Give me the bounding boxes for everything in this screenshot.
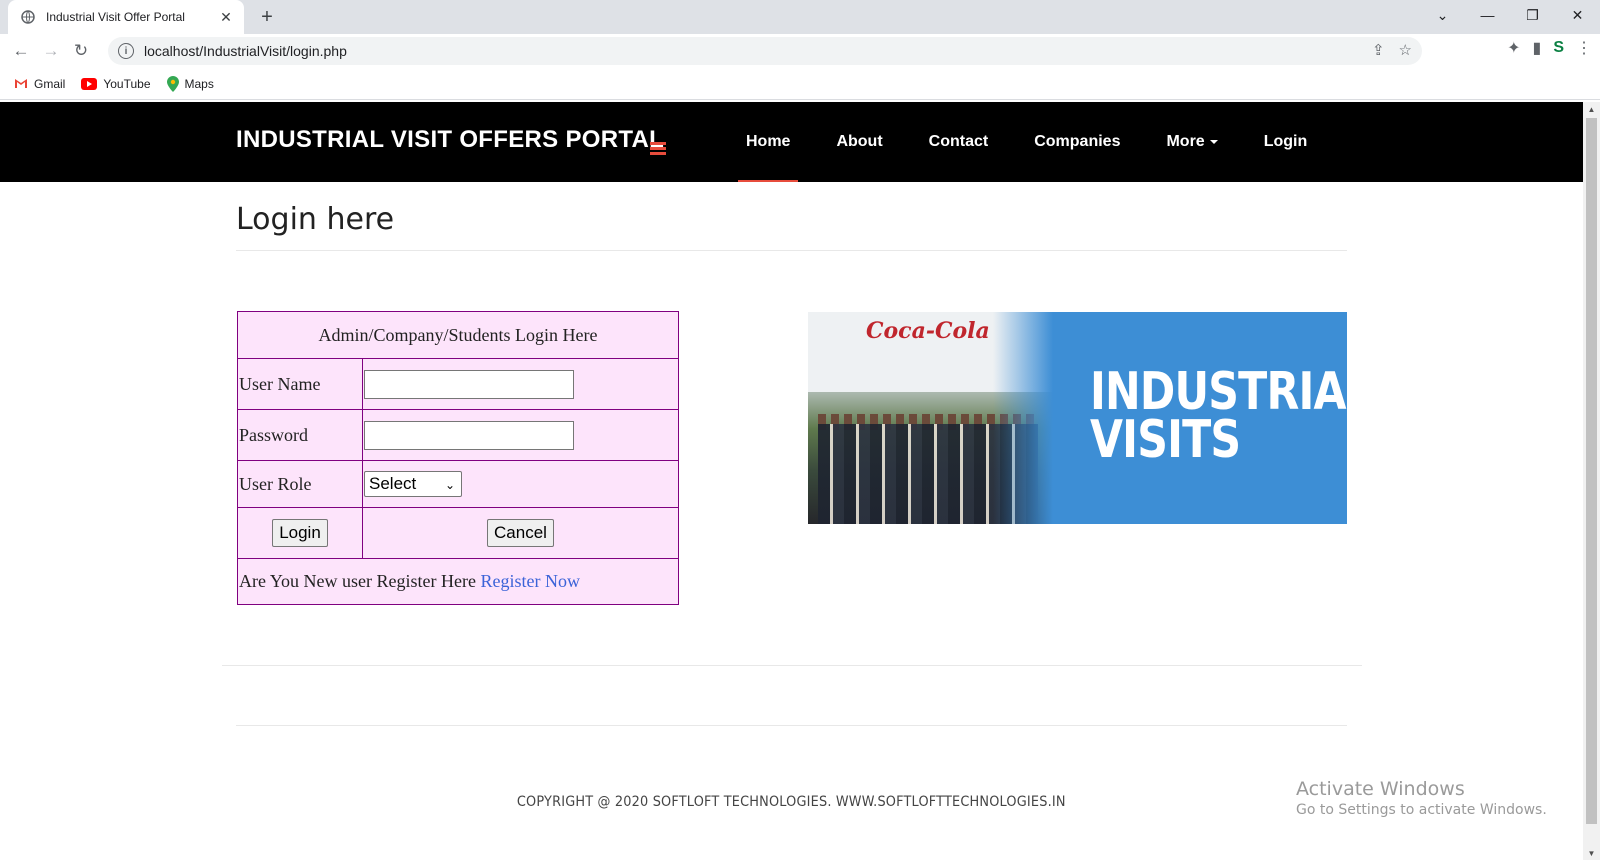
extensions-puzzle-icon[interactable]: ✦ xyxy=(1507,38,1520,58)
back-icon[interactable]: ← xyxy=(6,36,36,66)
banner-line1: INDUSTRIAL xyxy=(1090,362,1347,422)
side-panel-icon[interactable]: ▮ xyxy=(1533,38,1542,58)
register-row: Are You New user Register Here Register … xyxy=(237,558,679,605)
bookmark-gmail[interactable]: Gmail xyxy=(14,77,65,91)
role-select[interactable]: Select ⌄ xyxy=(364,471,462,497)
divider xyxy=(236,725,1347,726)
banner-text: INDUSTRIAL VISITS xyxy=(1090,362,1347,470)
tab-search-icon[interactable]: ⌄ xyxy=(1420,0,1465,30)
username-label: User Name xyxy=(237,358,363,410)
activate-windows-watermark: Activate Windows Go to Settings to activ… xyxy=(1296,778,1547,818)
nav-more-label: More xyxy=(1166,133,1205,150)
close-tab-icon[interactable]: ✕ xyxy=(218,9,234,25)
password-input[interactable] xyxy=(364,420,574,450)
login-button[interactable]: Login xyxy=(272,519,328,547)
window-controls: ⌄ — ❐ ✕ xyxy=(1420,0,1600,30)
youtube-icon xyxy=(81,77,98,90)
register-now-link[interactable]: Register Now xyxy=(480,571,579,591)
hamburger-menu-icon[interactable] xyxy=(650,142,666,157)
scroll-up-icon[interactable]: ▲ xyxy=(1583,102,1600,116)
banner-line2: VISITS xyxy=(1090,410,1241,470)
profile-icon[interactable]: S xyxy=(1553,39,1564,57)
nav-about[interactable]: About xyxy=(828,102,890,182)
role-label: User Role xyxy=(237,460,363,508)
cancel-button[interactable]: Cancel xyxy=(487,519,554,547)
browser-tabbar: Industrial Visit Offer Portal ✕ + ⌄ — ❐ … xyxy=(0,0,1600,34)
new-tab-button[interactable]: + xyxy=(256,6,278,28)
bookmark-youtube[interactable]: YouTube xyxy=(81,76,151,91)
page-title: Login here xyxy=(236,202,395,237)
menu-kebab-icon[interactable]: ⋮ xyxy=(1576,38,1592,58)
share-icon[interactable]: ⇪ xyxy=(1372,41,1385,59)
copyright-text: COPYRIGHT @ 2020 SOFTLOFT TECHNOLOGIES. … xyxy=(517,794,1066,810)
site-brand[interactable]: INDUSTRIAL VISIT OFFERS PORTAL xyxy=(236,126,664,154)
divider xyxy=(236,250,1347,251)
web-page: INDUSTRIAL VISIT OFFERS PORTAL Home Abou… xyxy=(0,102,1583,860)
url-text: localhost/IndustrialVisit/login.php xyxy=(144,43,347,59)
gmail-icon xyxy=(15,79,27,88)
bookmark-label: Maps xyxy=(184,76,214,91)
scroll-down-icon[interactable]: ▼ xyxy=(1583,846,1600,860)
bookmark-label: Gmail xyxy=(34,76,66,91)
site-header: INDUSTRIAL VISIT OFFERS PORTAL Home Abou… xyxy=(0,102,1583,182)
nav-companies[interactable]: Companies xyxy=(1026,102,1128,182)
bookmark-maps[interactable]: Maps xyxy=(166,75,214,92)
role-select-value: Select xyxy=(369,474,417,493)
page-scrollbar[interactable]: ▲ ▼ xyxy=(1583,102,1600,860)
scrollbar-thumb[interactable] xyxy=(1586,118,1597,824)
watermark-line1: Activate Windows xyxy=(1296,778,1465,800)
login-form-title: Admin/Company/Students Login Here xyxy=(237,311,679,359)
main-nav: Home About Contact Companies More Login xyxy=(738,102,1345,182)
extensions-area: ✦ ▮ S ⋮ xyxy=(1507,38,1592,58)
restore-icon[interactable]: ❐ xyxy=(1510,0,1555,30)
nav-contact[interactable]: Contact xyxy=(921,102,997,182)
nav-home[interactable]: Home xyxy=(738,102,799,182)
nav-more-dropdown[interactable]: More xyxy=(1158,102,1225,182)
bookmark-label: YouTube xyxy=(103,76,151,91)
nav-login[interactable]: Login xyxy=(1256,102,1316,182)
browser-tab[interactable]: Industrial Visit Offer Portal ✕ xyxy=(8,0,244,34)
password-label: Password xyxy=(237,409,363,461)
chevron-down-icon: ⌄ xyxy=(444,478,455,492)
students-photo: Coca-Cola xyxy=(808,312,1053,524)
watermark-line2: Go to Settings to activate Windows. xyxy=(1296,802,1547,818)
coca-cola-logo: Coca-Cola xyxy=(866,318,990,344)
bookmarks-bar: Gmail YouTube Maps xyxy=(0,68,1600,100)
url-field[interactable]: i localhost/IndustrialVisit/login.php ⇪ … xyxy=(108,37,1422,65)
address-bar: ← → ↻ i localhost/IndustrialVisit/login.… xyxy=(0,34,1600,68)
globe-icon xyxy=(20,9,36,25)
login-form-table: Admin/Company/Students Login Here User N… xyxy=(237,311,679,605)
info-icon[interactable]: i xyxy=(118,43,134,59)
username-input[interactable] xyxy=(364,369,574,399)
minimize-icon[interactable]: — xyxy=(1465,0,1510,30)
forward-icon[interactable]: → xyxy=(36,36,66,66)
industrial-visits-banner: Coca-Cola INDUSTRIAL VISITS xyxy=(808,312,1347,524)
tab-title: Industrial Visit Offer Portal xyxy=(46,10,185,24)
maps-icon xyxy=(166,75,179,92)
bookmark-star-icon[interactable]: ☆ xyxy=(1399,41,1412,59)
close-window-icon[interactable]: ✕ xyxy=(1555,0,1600,30)
register-prompt: Are You New user Register Here xyxy=(239,571,476,591)
divider xyxy=(222,665,1362,666)
caret-down-icon xyxy=(1209,140,1218,144)
reload-icon[interactable]: ↻ xyxy=(66,36,96,66)
